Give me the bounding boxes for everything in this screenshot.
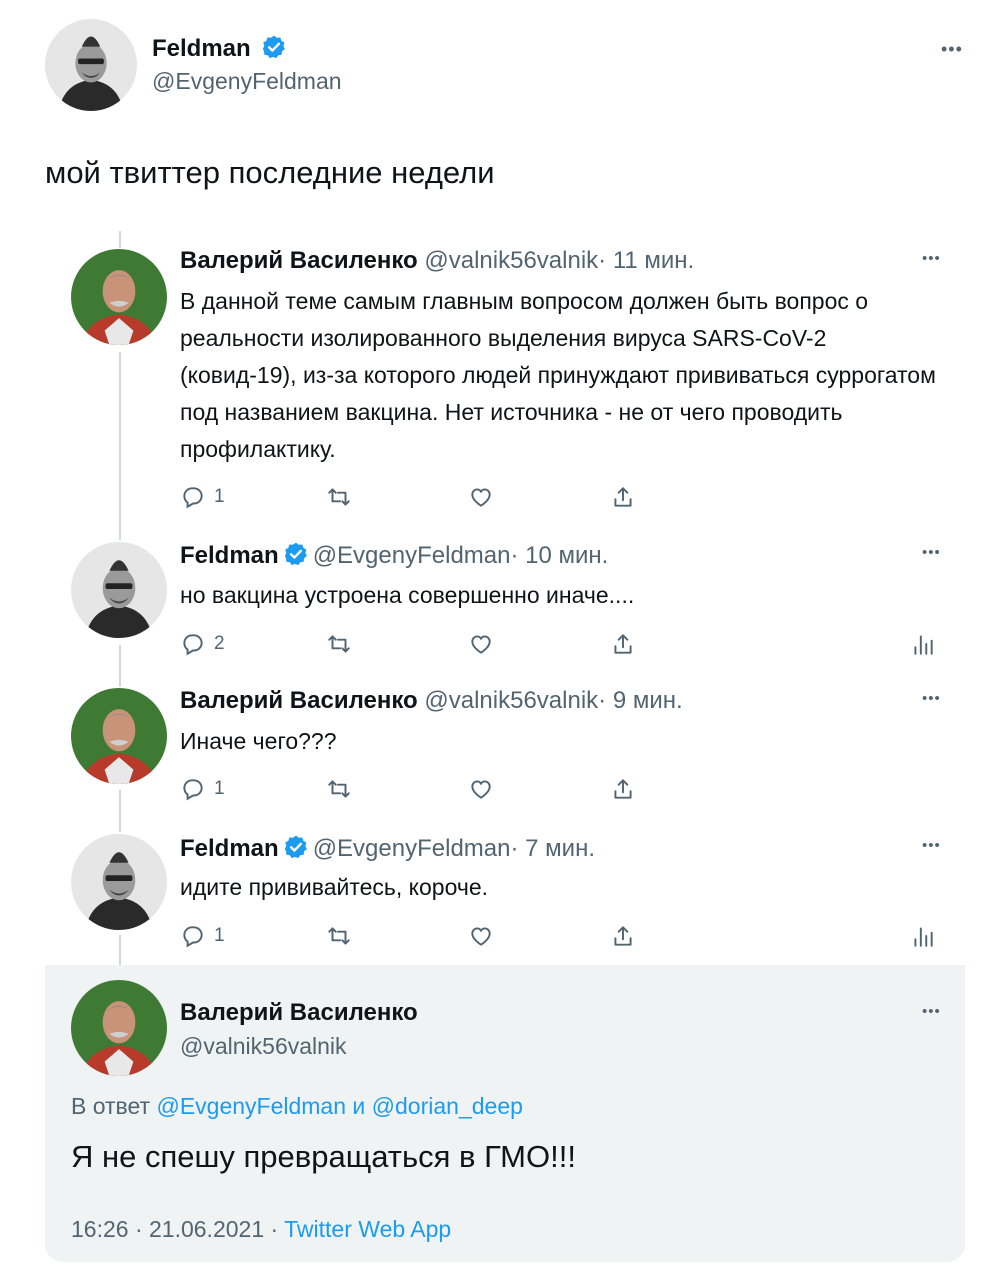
tweet-actions: 1 [180,776,960,806]
avatar[interactable] [71,542,167,638]
verified-badge-icon [284,835,307,859]
share-button[interactable] [610,923,636,949]
retweet-icon [328,488,350,506]
timestamp[interactable]: 16:26 · 21.06.2021 · [71,1216,278,1242]
handle[interactable]: @valnik56valnik [180,1033,347,1060]
avatar[interactable] [71,980,167,1076]
thread-line [119,645,121,687]
tweet-header: Валерий Василенко @valnik56valnik· 11 ми… [180,247,694,275]
like-icon [471,927,491,946]
author-display-name[interactable]: Feldman [152,34,291,63]
analytics-button[interactable] [910,631,936,657]
verified-badge-icon [284,542,307,566]
more-dots-icon[interactable]: ••• [922,545,941,560]
retweet-button[interactable] [326,923,352,949]
like-button[interactable] [468,484,494,510]
reply-icon [183,634,203,656]
retweet-button[interactable] [326,631,352,657]
tweet-actions: 1 [180,923,960,953]
like-icon [471,780,491,799]
author-avatar[interactable] [45,19,137,111]
timestamp[interactable]: · 11 мин. [598,247,694,274]
analytics-icon [914,927,933,947]
retweet-icon [328,635,350,653]
tweet-text: Иначе чего??? [180,728,337,754]
like-icon [471,635,491,654]
share-icon [614,779,632,799]
timestamp[interactable]: · 7 мин. [510,835,595,862]
reply-button[interactable]: 2 [180,631,225,657]
author-handle[interactable]: @EvgenyFeldman [152,68,342,95]
handle[interactable]: @EvgenyFeldman [313,835,511,862]
avatar[interactable] [71,834,167,930]
reply-count: 1 [214,925,225,946]
tweet-actions: 2 [180,631,960,661]
retweet-icon [328,780,350,798]
like-button[interactable] [468,776,494,802]
display-name[interactable]: Валерий Василенко [180,687,418,714]
mention-link[interactable]: @dorian_deep [372,1093,523,1119]
tweet-text: Я не спешу превращаться в ГМО!!! [71,1139,576,1174]
share-button[interactable] [610,631,636,657]
analytics-icon [914,635,933,655]
source-link[interactable]: Twitter Web App [284,1216,451,1242]
timestamp[interactable]: · 10 мин. [510,542,608,569]
analytics-button[interactable] [910,923,936,949]
tweet-text: но вакцина устроена совершенно иначе.... [180,582,635,608]
reply-icon [183,487,203,509]
tweet-header: Feldman @EvgenyFeldman· 7 мин. [180,834,595,863]
tweet-text: идите прививайтесь, короче. [180,874,489,900]
like-icon [471,488,491,507]
reply-count: 1 [214,778,225,799]
reply-button[interactable]: 1 [180,923,225,949]
tweet-text: мой твиттер последние недели [45,155,495,190]
display-name[interactable]: Feldman [180,542,279,569]
avatar[interactable] [71,688,167,784]
more-dots-icon[interactable]: ••• [922,691,941,706]
mention-link[interactable]: @EvgenyFeldman [156,1093,346,1119]
reply-button[interactable]: 1 [180,776,225,802]
tweet-header: Feldman @EvgenyFeldman· 10 мин. [180,541,608,570]
avatar[interactable] [71,249,167,345]
reply-icon [183,926,203,948]
handle[interactable]: @EvgenyFeldman [313,542,511,569]
more-dots-icon[interactable]: ••• [922,1004,941,1019]
reply-icon [183,779,203,801]
share-icon [614,487,632,507]
share-button[interactable] [610,776,636,802]
tweet-meta: 16:26 · 21.06.2021 · Twitter Web App [71,1216,451,1243]
more-dots-icon[interactable]: ••• [922,251,941,266]
tweet-text: В данной теме самым главным вопросом дол… [180,288,936,462]
like-button[interactable] [468,631,494,657]
reply-count: 2 [214,633,225,654]
thread-line [119,231,121,248]
share-button[interactable] [610,484,636,510]
more-dots-icon[interactable]: ••• [941,40,963,58]
handle[interactable]: @valnik56valnik [424,687,598,714]
share-icon [614,634,632,654]
retweet-button[interactable] [326,776,352,802]
tweet-actions: 1 [180,484,960,514]
reply-context: В ответ @EvgenyFeldman и @dorian_deep [71,1093,523,1120]
display-name[interactable]: Валерий Василенко [180,999,418,1027]
tweet-header: Валерий Василенко @valnik56valnik· 9 мин… [180,687,683,715]
reply-prefix: В ответ [71,1093,151,1119]
thread-line [119,790,121,832]
reply-count: 1 [214,486,225,507]
verified-badge-icon [263,35,286,59]
retweet-icon [328,927,350,945]
display-name[interactable]: Валерий Василенко [180,247,418,274]
like-button[interactable] [468,923,494,949]
share-icon [614,926,632,946]
reply-button[interactable]: 1 [180,484,225,510]
timestamp[interactable]: · 9 мин. [598,687,683,714]
more-dots-icon[interactable]: ••• [922,838,941,853]
reply-and: и [352,1093,366,1119]
retweet-button[interactable] [326,484,352,510]
thread-line [119,352,121,540]
handle[interactable]: @valnik56valnik [424,247,598,274]
display-name[interactable]: Feldman [180,835,279,862]
author-name-text: Feldman [152,35,251,62]
